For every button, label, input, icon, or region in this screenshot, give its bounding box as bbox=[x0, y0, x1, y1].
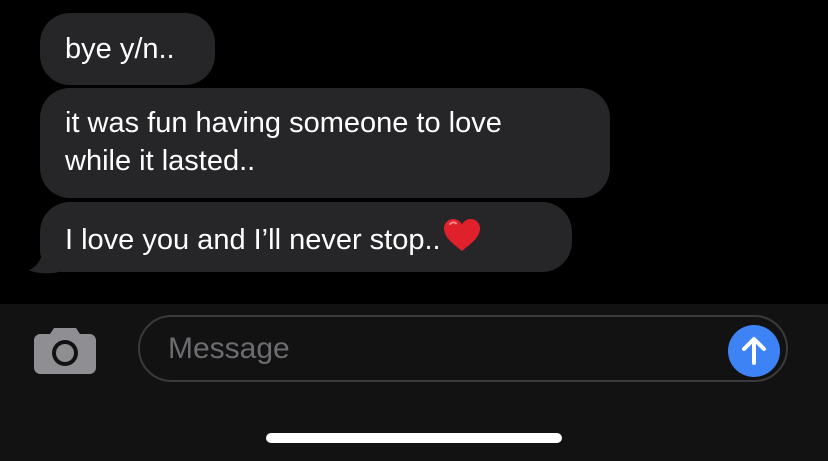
message-thread: bye y/n.. it was fun having someone to l… bbox=[0, 0, 828, 304]
message-text-line: while it lasted.. bbox=[65, 145, 256, 177]
message-text: bye y/n.. bbox=[65, 33, 175, 65]
message-input[interactable]: Message bbox=[138, 315, 788, 382]
camera-icon[interactable] bbox=[34, 324, 96, 374]
message-text-line: it was fun having someone to love bbox=[65, 107, 502, 139]
arrow-up-icon bbox=[742, 337, 766, 365]
message-text: I love you and I’ll never stop.. bbox=[65, 224, 441, 256]
incoming-message-bubble[interactable]: I love you and I’ll never stop.. bbox=[40, 202, 572, 272]
incoming-message-bubble[interactable]: it was fun having someone to love while … bbox=[40, 88, 610, 198]
message-input-placeholder: Message bbox=[168, 332, 290, 365]
incoming-message-bubble[interactable]: bye y/n.. bbox=[40, 13, 215, 85]
send-button[interactable] bbox=[728, 325, 780, 377]
home-indicator[interactable] bbox=[266, 433, 562, 443]
message-composer-bar: Message bbox=[0, 304, 828, 461]
red-heart-icon bbox=[443, 219, 480, 251]
